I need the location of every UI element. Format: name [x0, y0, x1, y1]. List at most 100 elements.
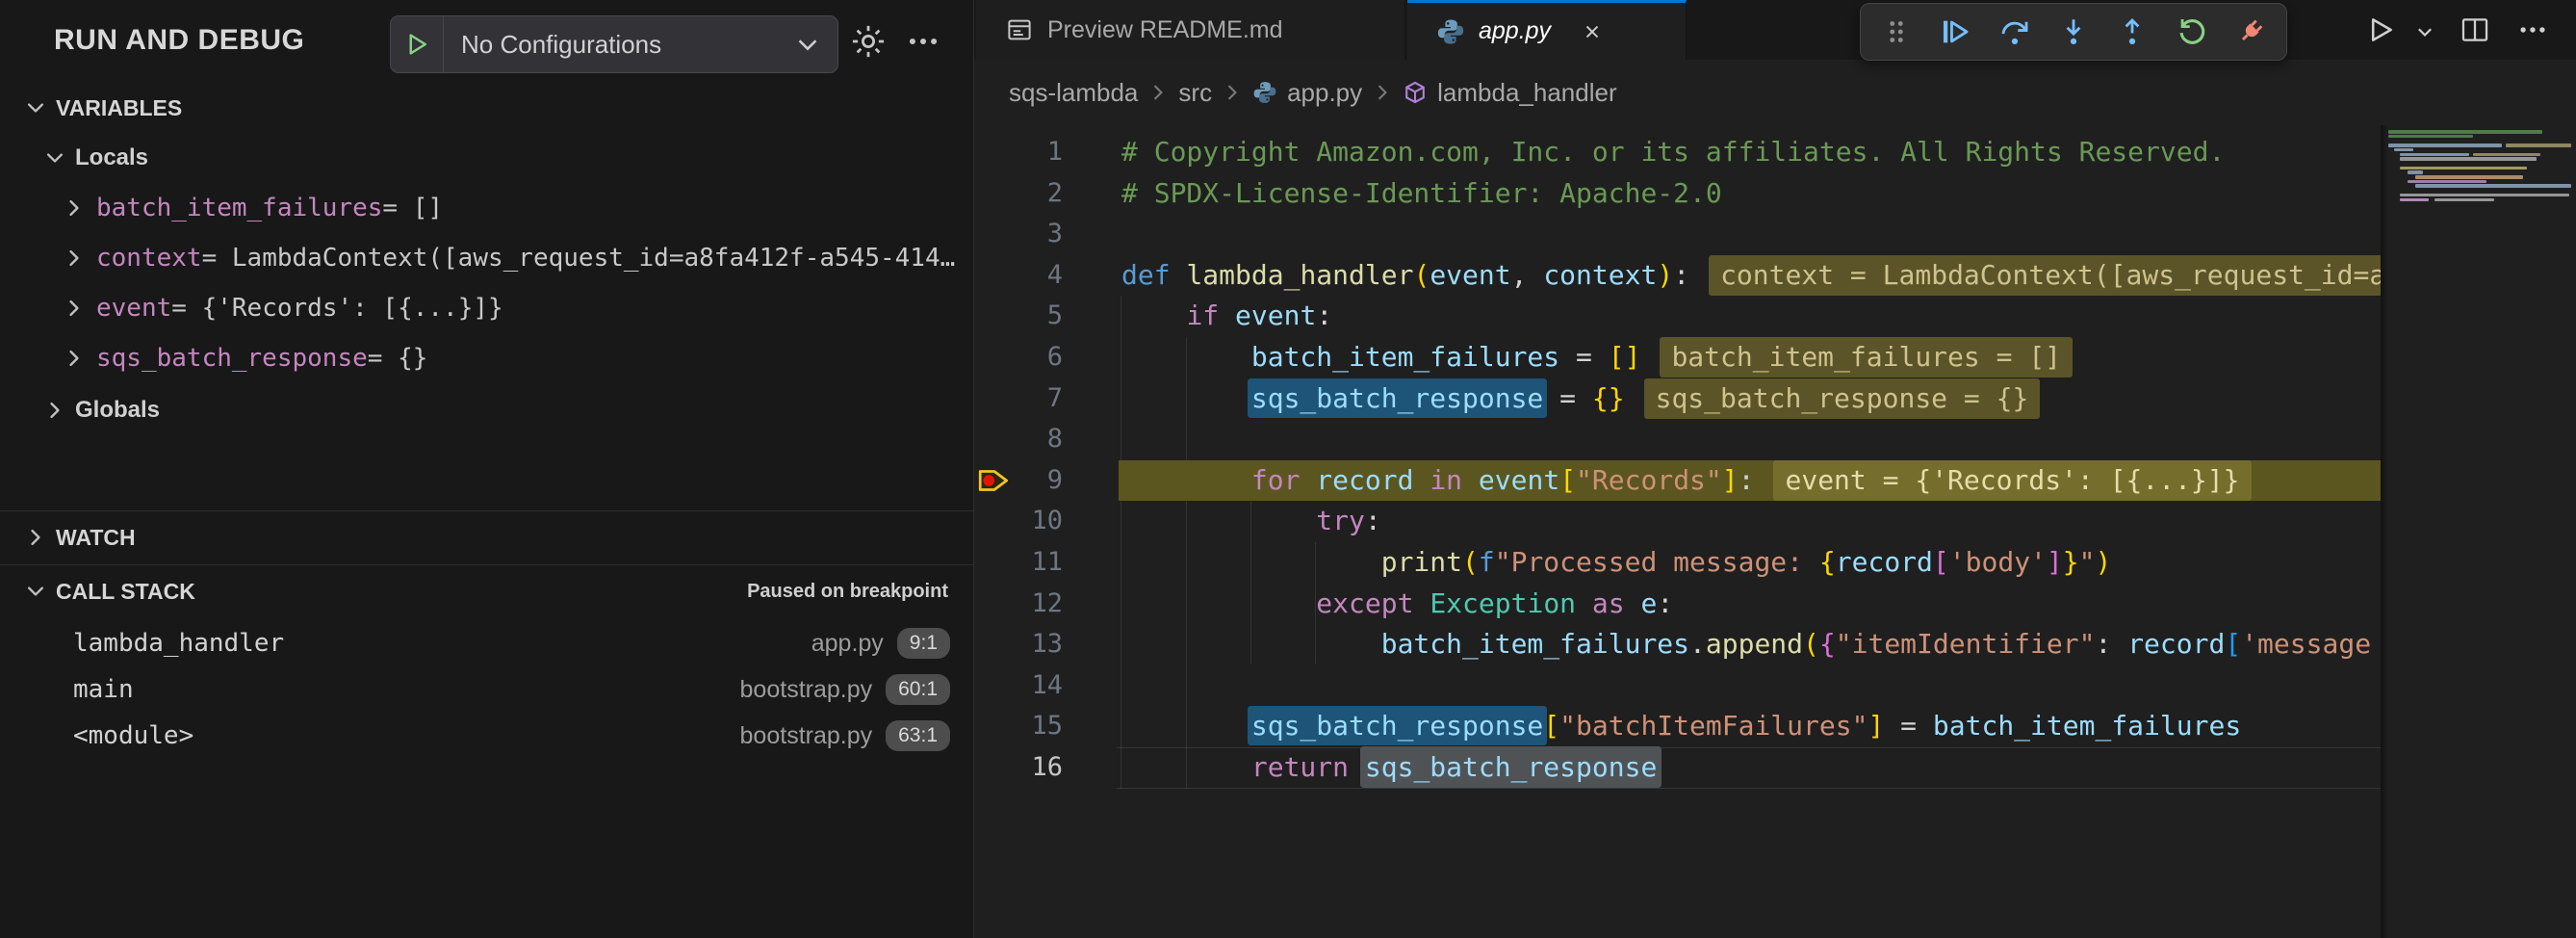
code-line[interactable]: 7 sqs_batch_response = {}sqs_batch_respo…: [974, 378, 2381, 420]
call-stack-frame[interactable]: mainbootstrap.py60:1: [0, 666, 973, 713]
frame-position-badge: 60:1: [886, 674, 950, 705]
drag-handle-icon[interactable]: [1872, 8, 1920, 56]
chevron-down-icon[interactable]: [793, 30, 822, 59]
line-number[interactable]: 14: [974, 665, 1063, 707]
minimap-line: [2388, 130, 2542, 134]
frame-file: app.py: [811, 630, 884, 658]
line-number[interactable]: 5: [974, 296, 1063, 337]
breadcrumb-folder[interactable]: sqs-lambda: [1009, 78, 1138, 108]
tab-app-py[interactable]: app.py: [1407, 0, 1687, 60]
variable-value: = {'Records': [{...}]}: [171, 294, 502, 323]
minimap[interactable]: [2381, 125, 2576, 938]
inline-debug-value: context = LambdaContext([aws_request_id=…: [1709, 255, 2381, 296]
code-line[interactable]: 1# Copyright Amazon.com, Inc. or its aff…: [974, 132, 2381, 173]
minimap-line: [2415, 184, 2571, 188]
variable-name: event: [96, 294, 171, 323]
continue-icon[interactable]: [1931, 8, 1979, 56]
code-line[interactable]: 9 for record in event["Records"]:event =…: [974, 460, 2381, 502]
minimap-line: [2394, 148, 2413, 152]
line-number[interactable]: 13: [974, 624, 1063, 665]
code-line[interactable]: 14: [974, 665, 2381, 707]
line-number[interactable]: 16: [974, 747, 1063, 789]
call-stack-frame[interactable]: lambda_handlerapp.py9:1: [0, 620, 973, 666]
configuration-label[interactable]: No Configurations: [444, 30, 793, 60]
code-line[interactable]: 3: [974, 214, 2381, 255]
code-line[interactable]: 4 def lambda_handler(event, context):cont…: [974, 255, 2381, 297]
call-stack-section-header[interactable]: CALL STACK Paused on breakpoint: [0, 565, 973, 617]
close-icon[interactable]: [1576, 15, 1609, 48]
breadcrumb-file[interactable]: app.py: [1287, 78, 1362, 108]
minimap-line: [2400, 167, 2527, 170]
code-line[interactable]: 11 print(f"Processed message: {record['b…: [974, 542, 2381, 584]
code-editor[interactable]: 1# Copyright Amazon.com, Inc. or its aff…: [974, 125, 2381, 938]
line-number[interactable]: 9: [974, 460, 1063, 502]
run-dropdown-chevron-icon[interactable]: [2414, 21, 2435, 42]
code-line[interactable]: 15 sqs_batch_response["batchItemFailures…: [974, 706, 2381, 747]
step-over-icon[interactable]: [1991, 8, 2039, 56]
split-editor-icon[interactable]: [2459, 13, 2491, 46]
line-content: batch_item_failures.append({"itemIdentif…: [1121, 624, 2371, 665]
minimap-line: [2473, 153, 2540, 157]
line-content: sqs_batch_response["batchItemFailures"] …: [1121, 706, 2241, 747]
more-actions-icon[interactable]: [903, 23, 943, 64]
line-number[interactable]: 12: [974, 584, 1063, 625]
call-stack-frame[interactable]: <module>bootstrap.py63:1: [0, 713, 973, 759]
line-number[interactable]: 6: [974, 337, 1063, 378]
line-content: except Exception as e:: [1121, 584, 1673, 625]
minimap-line: [2506, 143, 2571, 147]
variables-section-header[interactable]: VARIABLES: [0, 85, 973, 131]
variable-row[interactable]: event = {'Records': [{...}]}: [0, 283, 973, 333]
line-number[interactable]: 1: [974, 132, 1063, 173]
line-content: for record in event["Records"]:event = {…: [1121, 460, 2252, 502]
section-label: CALL STACK: [56, 579, 195, 605]
minimap-line: [2400, 157, 2537, 161]
start-debugging-button[interactable]: [391, 16, 444, 72]
step-into-icon[interactable]: [2049, 8, 2098, 56]
code-line[interactable]: 8: [974, 419, 2381, 460]
breadcrumb-folder[interactable]: src: [1178, 78, 1212, 108]
line-number[interactable]: 2: [974, 173, 1063, 215]
line-number[interactable]: 3: [974, 214, 1063, 255]
code-line[interactable]: 13 batch_item_failures.append({"itemIden…: [974, 624, 2381, 665]
code-line[interactable]: 5 if event:: [974, 296, 2381, 337]
chevron-right-icon: [44, 400, 65, 421]
line-number[interactable]: 15: [974, 706, 1063, 747]
frame-file: bootstrap.py: [740, 722, 873, 750]
step-out-icon[interactable]: [2108, 8, 2156, 56]
restart-icon[interactable]: [2168, 8, 2216, 56]
scope-locals[interactable]: Locals: [0, 135, 973, 181]
chevron-right-icon[interactable]: [64, 248, 85, 269]
line-number[interactable]: 11: [974, 542, 1063, 584]
tab-preview-readme[interactable]: Preview README.md: [976, 0, 1405, 60]
scope-label: Globals: [75, 397, 160, 424]
line-number[interactable]: 10: [974, 501, 1063, 542]
code-line[interactable]: 2# SPDX-License-Identifier: Apache-2.0: [974, 173, 2381, 215]
more-actions-icon[interactable]: [2516, 13, 2549, 46]
chevron-right-icon[interactable]: [64, 197, 85, 219]
code-line[interactable]: 6 batch_item_failures = []batch_item_fai…: [974, 337, 2381, 378]
line-number[interactable]: 7: [974, 378, 1063, 420]
code-line[interactable]: 12 except Exception as e:: [974, 584, 2381, 625]
scope-label: Locals: [75, 144, 148, 171]
chevron-right-icon[interactable]: [64, 348, 85, 369]
variable-row[interactable]: sqs_batch_response = {}: [0, 333, 973, 383]
breadcrumb-symbol[interactable]: lambda_handler: [1437, 78, 1616, 108]
vscode-window: RUN AND DEBUG No Configurations VARIABLE…: [0, 0, 2576, 938]
line-number[interactable]: 4: [974, 255, 1063, 297]
watch-section-header[interactable]: WATCH: [0, 511, 973, 563]
minimap-line: [2408, 170, 2423, 174]
code-line[interactable]: 10 try:: [974, 501, 2381, 542]
line-number[interactable]: 8: [974, 419, 1063, 460]
scope-globals[interactable]: Globals: [0, 387, 973, 433]
line-content: def lambda_handler(event, context):conte…: [1121, 255, 2381, 297]
chevron-right-icon[interactable]: [64, 298, 85, 319]
markdown-preview-icon: [1005, 15, 1034, 44]
variable-row[interactable]: context = LambdaContext([aws_request_id=…: [0, 233, 973, 283]
code-line[interactable]: 16 return sqs_batch_response: [974, 747, 2381, 789]
variable-row[interactable]: batch_item_failures = []: [0, 183, 973, 233]
gear-icon[interactable]: [848, 21, 889, 62]
disconnect-icon[interactable]: [2227, 8, 2275, 56]
run-python-file-icon[interactable]: [2364, 13, 2397, 46]
debug-configuration-dropdown[interactable]: No Configurations: [390, 15, 838, 73]
code-lines: 1# Copyright Amazon.com, Inc. or its aff…: [974, 132, 2381, 789]
